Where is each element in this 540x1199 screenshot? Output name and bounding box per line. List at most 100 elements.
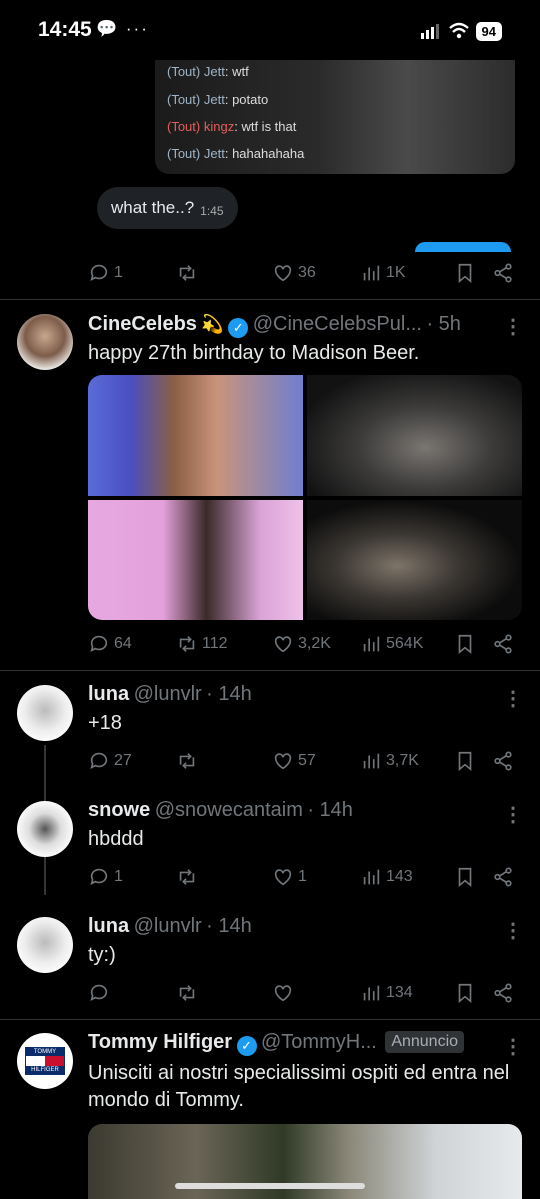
reply-button[interactable]: 64: [88, 633, 132, 655]
repost-button[interactable]: [176, 750, 202, 772]
like-button[interactable]: 36: [272, 262, 316, 284]
views-icon: [363, 985, 380, 1001]
avatar[interactable]: [17, 314, 73, 370]
tommy-logo: TOMMY HILFIGER: [25, 1047, 65, 1075]
like-button[interactable]: 1: [272, 866, 307, 888]
author-handle[interactable]: @CineCelebsPul...: [253, 313, 422, 335]
avatar[interactable]: [17, 917, 73, 973]
bookmark-button[interactable]: [454, 633, 476, 655]
heart-icon: [274, 753, 292, 770]
share-button[interactable]: [492, 982, 514, 1004]
share-icon: [494, 867, 512, 887]
share-button[interactable]: [492, 750, 514, 772]
author-name[interactable]: snowe: [88, 799, 150, 821]
media-grid: [88, 375, 522, 620]
views-button[interactable]: 3,7K: [360, 750, 419, 772]
post-time: · 14h: [206, 915, 252, 937]
signal-icon: [420, 24, 439, 39]
post-time: · 14h: [307, 799, 353, 821]
author-name[interactable]: luna: [88, 683, 129, 705]
logo-top-text: TOMMY: [26, 1048, 64, 1056]
views-button[interactable]: 134: [360, 982, 413, 1004]
like-button[interactable]: 3,2K: [272, 633, 331, 655]
logo-bottom-text: HILFIGER: [26, 1066, 64, 1074]
quoted-game-screenshot[interactable]: (Tout) Jett: wtf (Tout) Jett: potato (To…: [155, 60, 515, 174]
share-button[interactable]: [492, 866, 514, 888]
share-icon: [494, 634, 512, 654]
notification-icons: 💬 ···: [96, 19, 149, 38]
repost-icon: [179, 869, 195, 885]
media-image[interactable]: [307, 500, 522, 620]
divider: [0, 670, 540, 671]
repost-icon: [179, 265, 195, 281]
reply-button[interactable]: [88, 982, 114, 1004]
post-header: snowe @snowecantaim · 14h: [88, 799, 353, 822]
views-icon: [363, 636, 380, 652]
divider: [0, 299, 540, 300]
bubble-time: 1:45: [200, 204, 224, 218]
more-options-icon[interactable]: ⋮: [503, 686, 523, 711]
repost-button[interactable]: 112: [176, 633, 228, 655]
heart-icon: [274, 265, 292, 282]
reply-button[interactable]: 1: [88, 866, 123, 888]
bookmark-button[interactable]: [454, 262, 476, 284]
repost-button[interactable]: [176, 982, 202, 1004]
post-text: hbddd: [88, 828, 144, 850]
chat-line: (Tout) Jett: hahahahaha: [167, 146, 305, 161]
bookmark-button[interactable]: [454, 750, 476, 772]
share-icon: [494, 983, 512, 1003]
views-button[interactable]: 1K: [360, 262, 406, 284]
heart-icon: [274, 869, 292, 886]
author-handle[interactable]: @lunvlr: [134, 915, 202, 937]
like-button[interactable]: 57: [272, 750, 316, 772]
post-actions: 1 36 1K: [88, 262, 520, 288]
more-options-icon[interactable]: ⋮: [503, 802, 523, 827]
post-time: · 5h: [426, 313, 461, 335]
battery-level: 94: [475, 21, 502, 41]
bookmark-button[interactable]: [454, 982, 476, 1004]
views-button[interactable]: 564K: [360, 633, 423, 655]
media-image[interactable]: [88, 500, 303, 620]
author-name[interactable]: CineCelebs: [88, 313, 197, 335]
bookmark-button[interactable]: [454, 866, 476, 888]
chat-line: (Tout) kingz: wtf is that: [167, 119, 297, 134]
author-handle[interactable]: @TommyH...: [261, 1031, 377, 1053]
reply-button[interactable]: 27: [88, 750, 132, 772]
more-options-icon[interactable]: ⋮: [503, 1034, 523, 1059]
media-image[interactable]: [307, 375, 522, 496]
share-button[interactable]: [492, 262, 514, 284]
home-indicator[interactable]: [175, 1183, 365, 1189]
bubble-text: what the..?: [111, 198, 195, 217]
avatar[interactable]: [17, 685, 73, 741]
repost-button[interactable]: [176, 262, 202, 284]
bookmark-icon: [458, 751, 472, 772]
repost-button[interactable]: [176, 866, 202, 888]
bookmark-icon: [458, 263, 472, 284]
more-options-icon[interactable]: ⋮: [503, 314, 523, 339]
message-bubble: what the..? 1:45: [97, 187, 238, 229]
reply-icon: [90, 264, 108, 281]
heart-icon: [274, 985, 292, 1002]
views-button[interactable]: 143: [360, 866, 413, 888]
author-handle[interactable]: @lunvlr: [134, 683, 202, 705]
avatar[interactable]: [17, 801, 73, 857]
share-button[interactable]: [492, 633, 514, 655]
reply-button[interactable]: 1: [88, 262, 123, 284]
author-name[interactable]: Tommy Hilfiger: [88, 1031, 232, 1053]
share-icon: [494, 751, 512, 771]
like-button[interactable]: [272, 982, 298, 1004]
author-handle[interactable]: @snowecantaim: [155, 799, 303, 821]
post-text: Unisciti ai nostri specialissimi ospiti …: [88, 1062, 510, 1111]
avatar[interactable]: TOMMY HILFIGER: [17, 1033, 73, 1089]
status-time: 14:45: [38, 18, 92, 41]
chat-line: (Tout) Jett: wtf: [167, 64, 249, 79]
heart-icon: [274, 636, 292, 653]
ad-badge: Annuncio: [385, 1031, 465, 1053]
more-options-icon[interactable]: ⋮: [503, 918, 523, 943]
author-name[interactable]: luna: [88, 915, 129, 937]
logo-flag: [26, 1056, 64, 1066]
verified-badge-icon: ✓: [228, 318, 249, 338]
post-time: · 14h: [206, 683, 252, 705]
media-image[interactable]: [88, 375, 303, 496]
views-icon: [363, 869, 380, 885]
